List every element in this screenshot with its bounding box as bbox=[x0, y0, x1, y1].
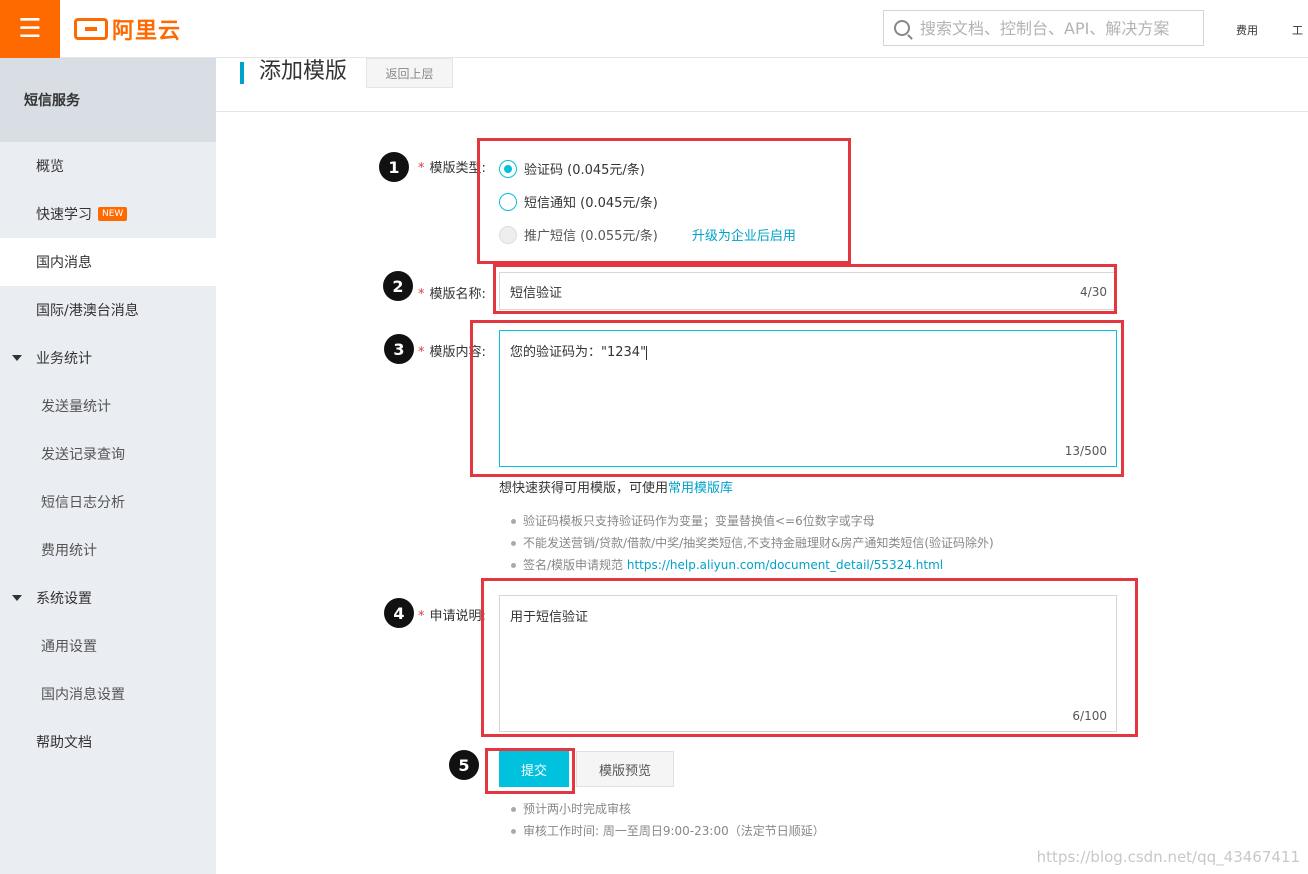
quick-hint-text: 想快速获得可用模版，可使用 bbox=[499, 481, 669, 496]
list-item: 预计两小时完成审核 bbox=[511, 798, 825, 820]
spec-doc-link[interactable]: https://help.aliyun.com/document_detail/… bbox=[627, 558, 943, 572]
required-mark: * bbox=[418, 609, 425, 624]
sidebar: 短信服务 概览 快速学习 NEW 国内消息 国际/港澳台消息 业务统计 发送量统计… bbox=[0, 58, 216, 874]
back-button[interactable]: 返回上层 bbox=[366, 58, 453, 88]
sidebar-item-label: 帮助文档 bbox=[36, 735, 92, 751]
review-notes-list: 预计两小时完成审核 审核工作时间: 周一至周日9:00-23:00（法定节日顺延… bbox=[511, 798, 825, 842]
sidebar-header: 短信服务 bbox=[0, 58, 216, 142]
list-item: 签名/模版申请规范 https://help.aliyun.com/docume… bbox=[511, 554, 994, 576]
content-notes-list: 验证码模板只支持验证码作为变量；变量替换值<=6位数字或字母 不能发送营销/贷款… bbox=[511, 510, 994, 576]
list-item: 验证码模板只支持验证码作为变量；变量替换值<=6位数字或字母 bbox=[511, 510, 994, 532]
sidebar-group-settings[interactable]: 系统设置 bbox=[0, 574, 216, 622]
sidebar-item-log-analysis[interactable]: 短信日志分析 bbox=[0, 478, 216, 526]
template-preview-button[interactable]: 模版预览 bbox=[576, 751, 674, 787]
fee-link[interactable]: 费用 bbox=[1236, 22, 1258, 38]
sidebar-item-label: 发送量统计 bbox=[41, 399, 111, 415]
sidebar-item-send-records[interactable]: 发送记录查询 bbox=[0, 430, 216, 478]
required-mark: * bbox=[418, 345, 425, 360]
sidebar-item-quick-learn[interactable]: 快速学习 NEW bbox=[0, 190, 216, 238]
common-template-library-link[interactable]: 常用模版库 bbox=[668, 481, 733, 496]
quick-template-hint: 想快速获得可用模版，可使用常用模版库 bbox=[499, 477, 733, 496]
sidebar-item-label: 短信日志分析 bbox=[41, 495, 125, 511]
search-icon bbox=[894, 20, 910, 36]
annotation-box-3 bbox=[470, 320, 1124, 477]
spec-text: 签名/模版申请规范 bbox=[523, 558, 624, 572]
sidebar-item-label: 概览 bbox=[36, 159, 64, 175]
aliyun-logo[interactable]: 阿里云 bbox=[74, 14, 181, 44]
annotation-number-3: 3 bbox=[384, 334, 414, 364]
list-item: 不能发送营销/贷款/借款/中奖/抽奖类短信,不支持金融理财&房产通知类短信(验证… bbox=[511, 532, 994, 554]
new-badge: NEW bbox=[98, 207, 128, 221]
logo-text: 阿里云 bbox=[112, 19, 182, 44]
annotation-number-2: 2 bbox=[383, 271, 413, 301]
sidebar-item-fee-stats[interactable]: 费用统计 bbox=[0, 526, 216, 574]
annotation-box-2 bbox=[493, 264, 1117, 314]
title-accent-bar bbox=[240, 62, 244, 84]
sidebar-item-label: 发送记录查询 bbox=[41, 447, 125, 463]
sidebar-item-send-stats[interactable]: 发送量统计 bbox=[0, 382, 216, 430]
sidebar-item-domestic-settings[interactable]: 国内消息设置 bbox=[0, 670, 216, 718]
template-type-label: * 模版类型: bbox=[418, 157, 486, 176]
aliyun-logo-icon bbox=[74, 18, 108, 40]
application-desc-label-text: 申请说明: bbox=[429, 609, 486, 624]
sidebar-item-general-settings[interactable]: 通用设置 bbox=[0, 622, 216, 670]
sidebar-item-label: 业务统计 bbox=[36, 351, 92, 367]
annotation-box-1 bbox=[477, 138, 851, 264]
search-box[interactable] bbox=[883, 10, 1204, 46]
sidebar-group-stats[interactable]: 业务统计 bbox=[0, 334, 216, 382]
sidebar-item-label: 通用设置 bbox=[41, 639, 97, 655]
template-name-label-text: 模版名称: bbox=[429, 287, 486, 302]
sidebar-item-label: 系统设置 bbox=[36, 591, 92, 607]
page-title: 添加模版 bbox=[259, 59, 348, 84]
sidebar-item-domestic[interactable]: 国内消息 bbox=[0, 238, 216, 286]
page-header: 添加模版 返回上层 bbox=[216, 58, 1308, 112]
required-mark: * bbox=[418, 161, 425, 176]
work-link[interactable]: 工 bbox=[1292, 22, 1303, 38]
annotation-box-5 bbox=[485, 748, 575, 794]
required-mark: * bbox=[418, 287, 425, 302]
template-name-label: * 模版名称: bbox=[418, 283, 486, 302]
annotation-number-1: 1 bbox=[379, 152, 409, 182]
hamburger-menu-icon[interactable]: ☰ bbox=[0, 0, 60, 58]
sidebar-item-label: 国内消息 bbox=[36, 255, 92, 271]
search-input[interactable] bbox=[920, 18, 1200, 38]
sidebar-item-label: 费用统计 bbox=[41, 543, 97, 559]
caret-down-icon bbox=[12, 595, 22, 601]
sidebar-item-overview[interactable]: 概览 bbox=[0, 142, 216, 190]
sidebar-item-help[interactable]: 帮助文档 bbox=[0, 718, 216, 766]
top-bar: ☰ 阿里云 费用 工 bbox=[0, 0, 1308, 58]
sidebar-item-label: 国际/港澳台消息 bbox=[36, 303, 139, 319]
annotation-number-4: 4 bbox=[384, 598, 414, 628]
list-item: 审核工作时间: 周一至周日9:00-23:00（法定节日顺延） bbox=[511, 820, 825, 842]
sidebar-item-label: 快速学习 bbox=[36, 207, 92, 223]
sidebar-item-international[interactable]: 国际/港澳台消息 bbox=[0, 286, 216, 334]
caret-down-icon bbox=[12, 355, 22, 361]
watermark: https://blog.csdn.net/qq_43467411 bbox=[1036, 848, 1300, 866]
annotation-number-5: 5 bbox=[449, 750, 479, 780]
sidebar-item-label: 国内消息设置 bbox=[41, 687, 125, 703]
application-desc-label: * 申请说明: bbox=[418, 605, 486, 624]
annotation-box-4 bbox=[481, 578, 1138, 737]
